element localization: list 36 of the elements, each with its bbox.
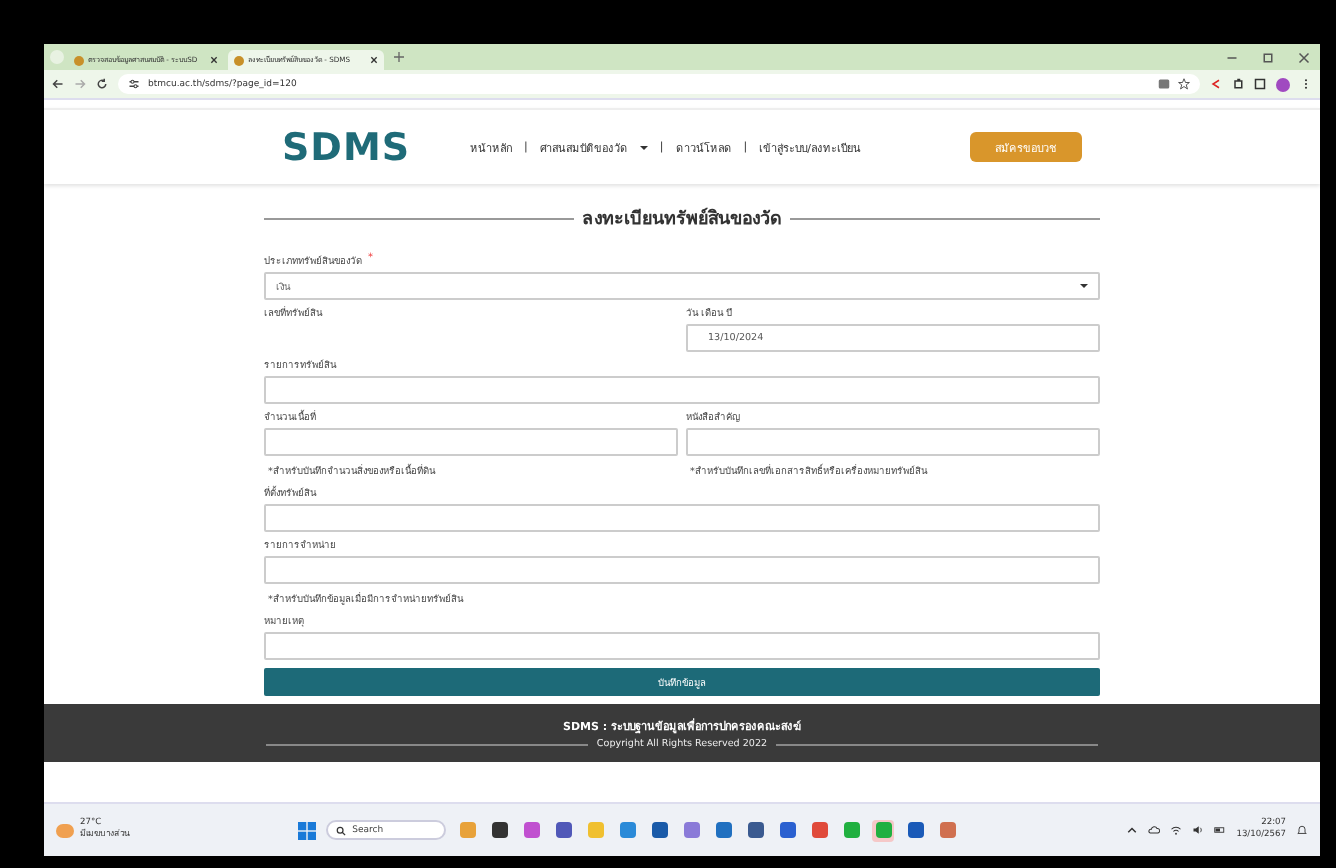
close-icon[interactable] (1298, 51, 1310, 63)
input-field[interactable] (264, 376, 1100, 404)
windows-start-icon[interactable] (298, 821, 317, 839)
search-icon (336, 825, 347, 835)
chevron-up-icon[interactable] (1126, 824, 1139, 836)
site-logo[interactable]: SDMS (282, 125, 411, 169)
new-tab-icon[interactable] (394, 52, 404, 62)
caret-icon (639, 145, 648, 149)
wifi-icon[interactable] (1170, 824, 1183, 836)
battery-icon[interactable] (1214, 824, 1227, 836)
bookmark-star-icon[interactable] (1178, 78, 1190, 90)
input-field[interactable] (264, 556, 1100, 584)
back-icon[interactable] (52, 78, 64, 90)
taskbar-app-icon[interactable] (648, 819, 671, 841)
reload-icon[interactable] (96, 78, 108, 90)
input-field[interactable] (264, 428, 678, 456)
favicon-icon (74, 55, 84, 65)
site-info-icon[interactable] (128, 78, 140, 90)
taskbar-app-icon[interactable] (744, 819, 767, 841)
speaker-icon[interactable] (1192, 824, 1205, 836)
maximize-icon[interactable] (1262, 51, 1274, 63)
taskbar-app-icon[interactable] (552, 819, 575, 841)
form-title: ลงทะเบียนทรัพย์สินของวัด (582, 205, 782, 232)
close-icon[interactable] (370, 56, 378, 64)
minimize-icon[interactable] (1226, 51, 1238, 63)
bell-icon[interactable] (1296, 824, 1308, 836)
taskbar-app-icon[interactable] (488, 819, 511, 841)
taskbar-app-icon[interactable] (904, 819, 927, 841)
taskbar-app-icon[interactable] (776, 819, 799, 841)
profile-avatar[interactable] (1276, 77, 1290, 91)
input-field[interactable] (686, 428, 1100, 456)
close-icon[interactable] (210, 56, 218, 64)
favicon-icon (234, 55, 244, 65)
cloud-icon[interactable] (1148, 824, 1161, 836)
input-field[interactable] (264, 632, 1100, 660)
input-field[interactable] (264, 504, 1100, 532)
